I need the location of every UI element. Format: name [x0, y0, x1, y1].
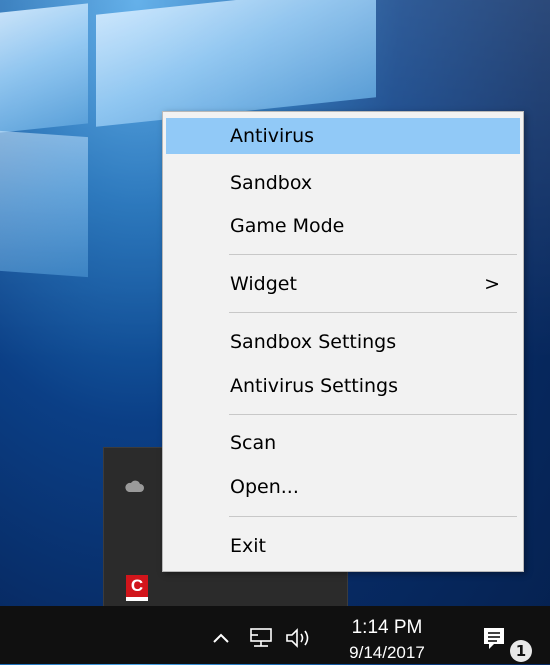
menu-item-widget[interactable]: Widget >: [166, 266, 520, 302]
menu-item-label: Widget: [230, 273, 297, 295]
onedrive-cloud-icon[interactable]: [124, 478, 144, 492]
comodo-icon[interactable]: C: [126, 575, 148, 601]
chevron-up-icon[interactable]: [210, 627, 232, 649]
menu-item-exit[interactable]: Exit: [166, 528, 520, 564]
menu-separator: [229, 312, 517, 313]
clock-time[interactable]: 1:14 PM: [342, 616, 432, 640]
volume-icon[interactable]: [284, 626, 314, 650]
menu-separator: [229, 414, 517, 415]
action-center-icon[interactable]: [480, 624, 508, 652]
notification-count-badge: 1: [510, 640, 532, 662]
menu-item-label: Exit: [230, 535, 266, 557]
menu-item-label: Game Mode: [230, 215, 345, 237]
menu-item-scan[interactable]: Scan: [166, 425, 520, 461]
menu-separator: [229, 254, 517, 255]
menu-separator: [229, 516, 517, 517]
menu-item-label: Antivirus Settings: [230, 375, 399, 397]
menu-item-antivirus-settings[interactable]: Antivirus Settings: [166, 368, 520, 404]
clock-date[interactable]: 9/14/2017: [342, 641, 432, 665]
menu-item-label: Scan: [230, 432, 277, 454]
menu-item-open[interactable]: Open...: [166, 469, 520, 505]
menu-item-game-mode[interactable]: Game Mode: [166, 208, 520, 244]
menu-item-sandbox[interactable]: Sandbox: [166, 165, 520, 201]
network-icon[interactable]: [248, 626, 274, 650]
menu-item-sandbox-settings[interactable]: Sandbox Settings: [166, 324, 520, 360]
menu-item-label: Open...: [230, 476, 299, 498]
chevron-right-icon: >: [484, 273, 500, 295]
menu-item-label: Antivirus: [230, 125, 315, 147]
menu-item-label: Sandbox: [230, 172, 313, 194]
menu-item-antivirus[interactable]: Antivirus: [166, 118, 520, 154]
menu-item-label: Sandbox Settings: [230, 331, 397, 353]
context-menu: Antivirus Sandbox Game Mode Widget > San…: [162, 111, 524, 572]
taskbar: 1:14 PM 9/14/2017 1: [0, 606, 550, 664]
